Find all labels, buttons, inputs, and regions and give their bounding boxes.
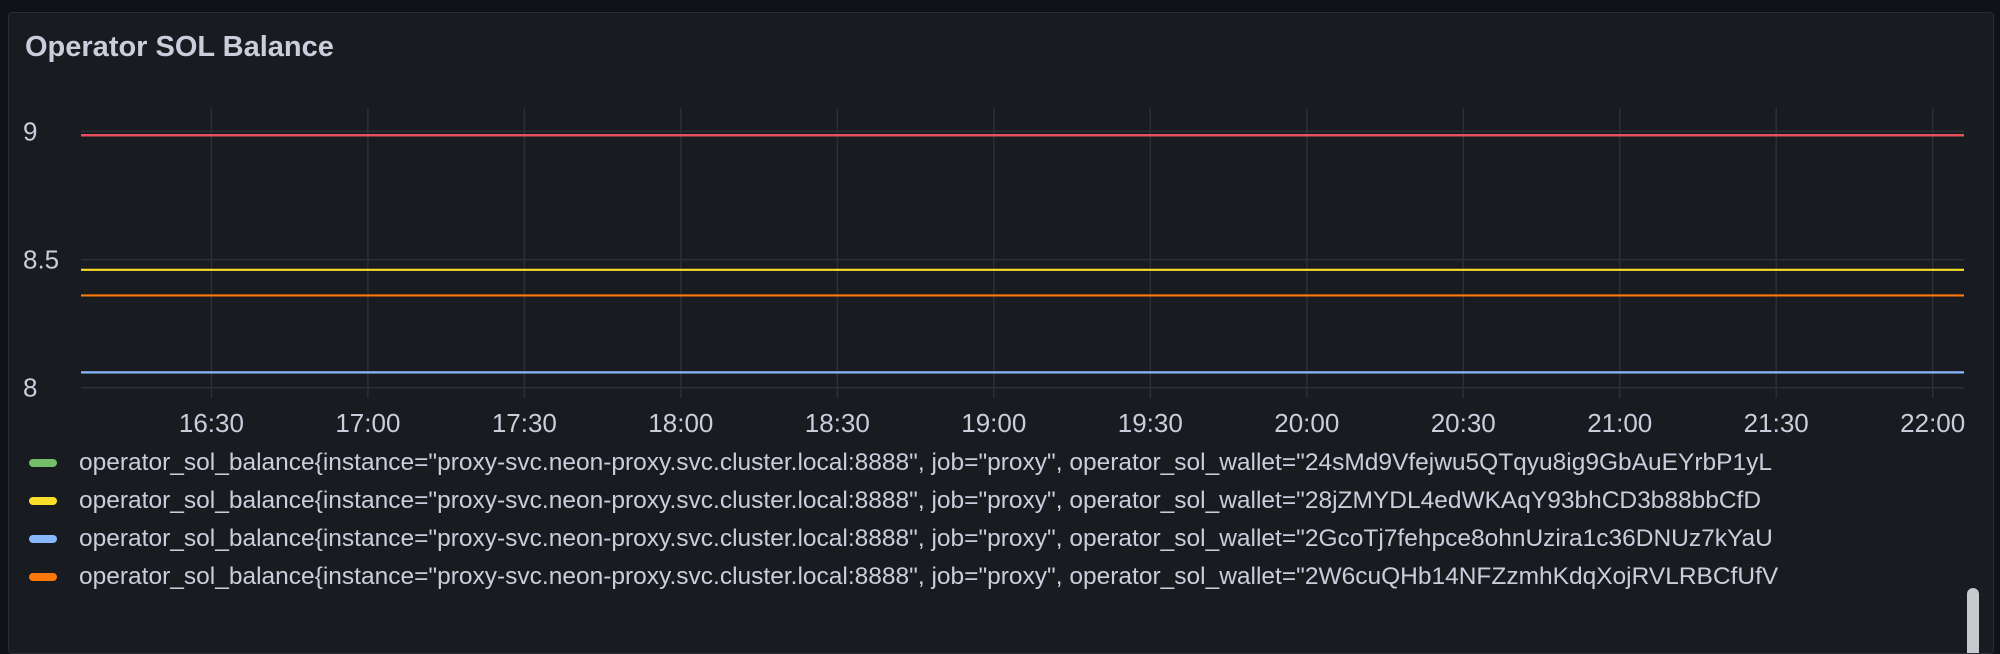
x-tick-label: 17:30 bbox=[492, 408, 557, 438]
legend-scrollbar[interactable] bbox=[1967, 588, 1979, 653]
x-tick-label: 19:00 bbox=[961, 408, 1026, 438]
y-tick-label: 8.5 bbox=[23, 245, 59, 275]
chart-panel: Operator SOL Balance 8 8.5 9 16:30 17:00 17:… bbox=[8, 12, 1994, 654]
legend-swatch bbox=[29, 497, 57, 505]
legend-label: operator_sol_balance{instance="proxy-svc… bbox=[79, 449, 1772, 476]
x-tick-label: 21:00 bbox=[1587, 408, 1652, 438]
chart-plot-area: 88.59 16:30 17:00 17:30 18:00 18:30 19:00 19:3… bbox=[23, 108, 1965, 438]
x-tick-label: 22:00 bbox=[1900, 408, 1965, 438]
y-axis-ticks: 88.59 bbox=[23, 116, 59, 402]
x-tick-label: 19:30 bbox=[1118, 408, 1183, 438]
legend-label: operator_sol_balance{instance="proxy-svc… bbox=[79, 563, 1779, 590]
x-tick-label: 20:00 bbox=[1274, 408, 1339, 438]
legend-swatch bbox=[29, 535, 57, 543]
legend-item[interactable]: operator_sol_balance{instance="proxy-svc… bbox=[29, 443, 1772, 483]
horizontal-gridlines bbox=[81, 130, 1964, 389]
legend-swatch bbox=[29, 573, 57, 581]
x-tick-label: 18:00 bbox=[648, 408, 713, 438]
x-tick-label: 21:30 bbox=[1744, 408, 1809, 438]
y-tick-label: 8 bbox=[23, 373, 37, 403]
y-tick-label: 9 bbox=[23, 116, 37, 146]
x-axis-ticks: 16:30 17:00 17:30 18:00 18:30 19:00 19:30 20:00… bbox=[179, 408, 1965, 438]
legend-item[interactable]: operator_sol_balance{instance="proxy-svc… bbox=[29, 519, 1773, 559]
legend-item[interactable]: operator_sol_balance{instance="proxy-svc… bbox=[29, 557, 1778, 597]
x-tick-label: 20:30 bbox=[1431, 408, 1496, 438]
series-lines[interactable] bbox=[81, 134, 1964, 374]
vertical-gridlines bbox=[210, 108, 1934, 398]
legend-label: operator_sol_balance{instance="proxy-svc… bbox=[79, 487, 1762, 514]
legend-item[interactable]: operator_sol_balance{instance="proxy-svc… bbox=[29, 481, 1761, 521]
legend-label: operator_sol_balance{instance="proxy-svc… bbox=[79, 525, 1773, 552]
x-tick-label: 16:30 bbox=[179, 408, 244, 438]
legend-swatch bbox=[29, 459, 57, 467]
x-tick-label: 17:00 bbox=[335, 408, 400, 438]
x-tick-label: 18:30 bbox=[805, 408, 870, 438]
legend: operator_sol_balance{instance="proxy-svc… bbox=[9, 443, 1949, 643]
